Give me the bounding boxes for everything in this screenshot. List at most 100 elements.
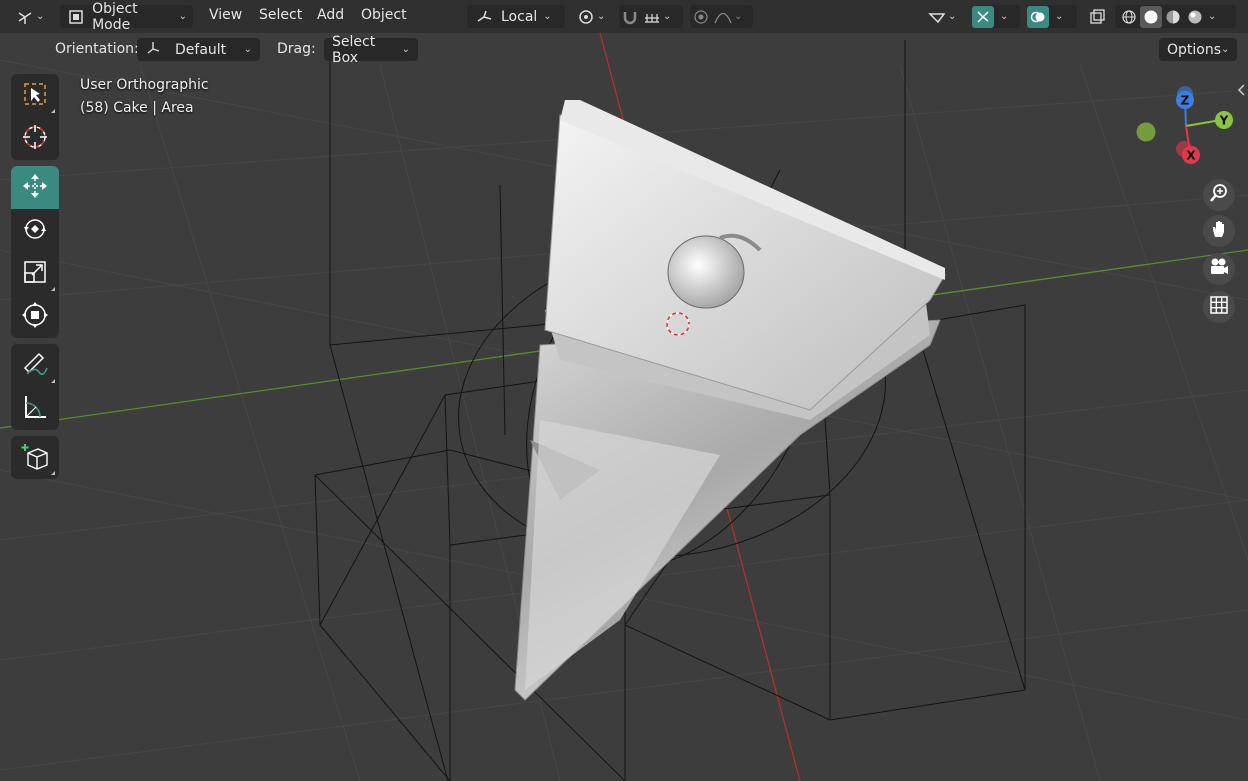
object-mode-icon [66,6,86,28]
orientation-axes-icon [145,40,161,60]
pivot-point-dropdown[interactable]: ⌄ [575,5,613,28]
options-label: Options [1167,41,1222,58]
ortho-grid-icon [1209,295,1229,319]
ortho-toggle-button[interactable] [1203,291,1235,323]
zoom-button[interactable] [1203,179,1235,211]
chevron-down-icon: ⌄ [243,44,252,55]
wireframe-shading-icon[interactable] [1118,6,1140,28]
chevron-down-icon: ⌄ [36,11,45,22]
orientation-label: Orientation: [55,41,139,57]
pivot-point-icon [575,6,597,28]
chevron-down-icon: ⌄ [178,11,187,22]
toolbar-group-transform [11,166,59,338]
chevron-down-icon: ⌄ [597,11,606,22]
cursor-icon [21,123,49,155]
rendered-shading-icon[interactable] [1184,6,1206,28]
drag-dropdown[interactable]: Select Box ⌄ [324,34,418,66]
local-axes-icon [473,6,495,28]
mode-selector[interactable]: Object Mode ⌄ [60,1,193,33]
3d-viewport[interactable] [0,0,1248,781]
snap-increment-icon[interactable] [641,6,663,28]
camera-view-button[interactable] [1203,253,1235,285]
move-tool[interactable] [11,166,59,209]
chevron-down-icon: ⌄ [1055,11,1064,22]
object-visibility-dropdown[interactable]: ⌄ [926,5,964,28]
pan-button[interactable] [1203,215,1235,247]
object-info: (58) Cake | Area [80,100,194,116]
chevron-down-icon: ⌄ [1000,11,1009,22]
overlay-toggle-icon[interactable] [1027,5,1049,28]
menu-object[interactable]: Object [361,7,407,23]
snapping-group: ⌄ [619,5,683,28]
viewport-scene[interactable] [0,0,1248,781]
annotate-tool[interactable] [11,344,59,387]
options-dropdown[interactable]: Options ⌄ [1159,38,1237,61]
tool-options-corner [51,471,55,475]
gizmo-toggle-icon[interactable] [972,5,994,28]
pan-hand-icon [1209,219,1229,243]
shading-modes-group: ⌄ [1115,5,1236,28]
cursor-tool[interactable] [11,117,59,160]
cake-slice-mesh [514,100,946,701]
toolbar-group-add [11,436,59,479]
chevron-down-icon: ⌄ [663,11,672,22]
overlay-toggle-group: ⌄ [1027,5,1077,28]
tool-options-corner [51,379,55,383]
sidebar-toggle[interactable] [1236,83,1248,99]
proportional-edit-icon[interactable] [690,6,712,28]
xray-toggle-icon [1086,6,1108,28]
navigation-gizmo[interactable]: Z Y X [1128,82,1240,172]
snap-magnet-icon[interactable] [619,6,641,28]
y-axis-label: Y [1219,114,1229,128]
solid-shading-icon[interactable] [1140,5,1162,28]
select-box-icon [22,81,48,111]
tool-options-corner [51,109,55,113]
menu-select[interactable]: Select [259,7,302,23]
viewport-header: ⌄ Object Mode ⌄ View Select Add Object L… [0,0,1248,33]
proportional-edit-group: ⌄ [690,5,753,28]
drag-label: Drag: [277,41,316,57]
add-cube-tool[interactable] [11,436,59,479]
orientation-dropdown[interactable]: Default ⌄ [137,38,260,61]
chevron-left-icon [1236,84,1246,101]
camera-view-icon [1208,257,1230,281]
orientation-label: Local [501,8,538,25]
chevron-down-icon: ⌄ [948,11,957,22]
neg-y-handle [1136,122,1156,142]
gizmo-toggle-group: ⌄ [972,5,1020,28]
zoom-icon [1209,183,1229,207]
material-shading-icon[interactable] [1162,6,1184,28]
chevron-down-icon: ⌄ [543,11,552,22]
rotate-tool[interactable] [11,209,59,252]
menu-view[interactable]: View [209,7,242,23]
transform-icon [21,301,49,333]
falloff-curve-icon[interactable] [712,6,734,28]
menu-add[interactable]: Add [317,7,344,23]
chevron-down-icon: ⌄ [1221,44,1230,55]
toolbar-group-annotate [11,344,59,430]
x-axis-label: X [1186,149,1196,163]
measure-icon [21,393,49,425]
scale-tool[interactable] [11,252,59,295]
transform-tool[interactable] [11,295,59,338]
add-cube-icon [20,441,50,475]
chevron-down-icon: ⌄ [734,11,743,22]
orientation-value: Default [175,41,227,58]
z-axis-label: Z [1181,94,1190,108]
tool-options-corner [51,287,55,291]
chevron-down-icon: ⌄ [401,44,410,55]
annotate-icon [21,350,49,382]
select-box-tool[interactable] [11,74,59,117]
transform-orientation-dropdown[interactable]: Local ⌄ [467,5,565,28]
view-name: User Orthographic [80,77,209,93]
drag-value: Select Box [332,33,376,66]
mode-label: Object Mode [92,0,138,33]
editor-type-button[interactable]: ⌄ [14,5,48,28]
chevron-down-icon[interactable]: ⌄ [1208,11,1216,22]
xray-toggle-button[interactable] [1086,5,1110,28]
move-icon [21,172,49,204]
measure-tool[interactable] [11,387,59,430]
scale-icon [22,259,48,289]
toolbar-group-select [11,74,59,160]
object-visibility-icon [926,6,948,28]
